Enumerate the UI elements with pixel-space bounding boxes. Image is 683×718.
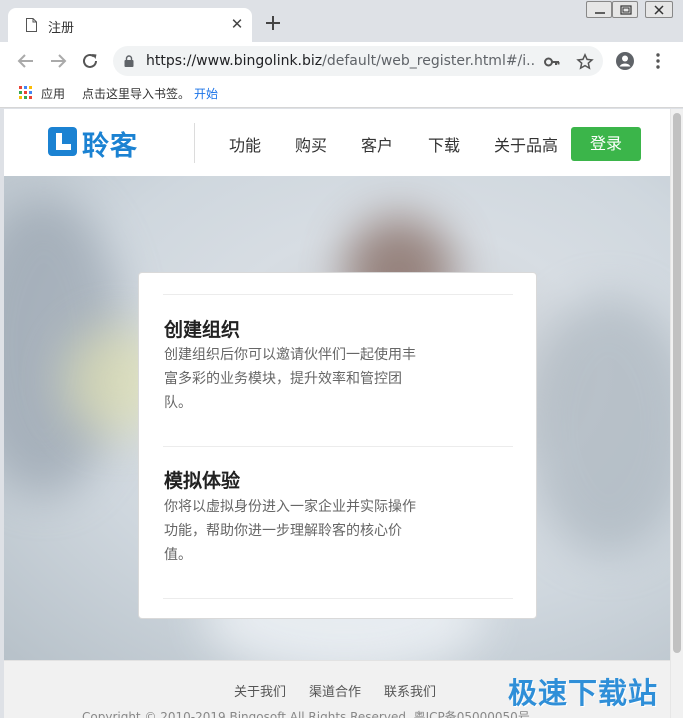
profile-icon[interactable] <box>614 50 636 72</box>
reload-icon[interactable] <box>79 50 101 72</box>
bookmarks-bar: 应用 点击这里导入书签。 开始 <box>0 80 683 108</box>
page-scrollbar[interactable] <box>670 109 683 718</box>
browser-toolbar: https://www.bingolink.biz/default/web_re… <box>0 42 683 80</box>
site-header: 聆客 功能 购买 客户 下载 关于品高 登录 <box>4 109 670 176</box>
star-icon[interactable] <box>576 53 594 71</box>
lock-icon[interactable] <box>124 55 134 67</box>
card-divider <box>163 446 513 447</box>
option-description: 你将以虚拟身份进入一家企业并实际操作功能，帮助你进一步理解聆客的核心价值。 <box>164 499 416 563</box>
minimize-icon <box>595 12 605 14</box>
import-bookmarks-hint: 点击这里导入书签。 <box>82 87 191 101</box>
nav-item-features[interactable]: 功能 <box>229 132 261 156</box>
option-description: 创建组织后你可以邀请伙伴们一起使用丰富多彩的业务模块，提升效率和管控团队。 <box>164 347 416 411</box>
forward-icon[interactable] <box>47 50 69 72</box>
web-page: 聆客 功能 购买 客户 下载 关于品高 登录 创建组织 创建组织后你可以邀请伙伴… <box>4 109 670 718</box>
url-text[interactable]: https://www.bingolink.biz/default/web_re… <box>146 53 536 69</box>
close-window-button[interactable] <box>645 1 673 18</box>
nav-item-about[interactable]: 关于品高 <box>494 132 558 156</box>
watermark-text: 极速下载站 <box>508 676 659 710</box>
login-button[interactable]: 登录 <box>571 127 641 161</box>
footer-link-channel[interactable]: 渠道合作 <box>309 681 361 700</box>
url-path: /default/web_register.html#/i... <box>322 53 536 69</box>
minimize-button[interactable] <box>586 1 612 18</box>
logo-text: 聆客 <box>82 131 138 162</box>
option-title: 创建组织 <box>164 319 241 341</box>
scrollbar-thumb[interactable] <box>673 113 681 653</box>
restore-icon <box>620 5 632 15</box>
nav-item-buy[interactable]: 购买 <box>295 132 327 156</box>
tab-title: 注册 <box>48 21 75 36</box>
menu-icon[interactable] <box>647 50 669 72</box>
start-link[interactable]: 开始 <box>194 85 218 102</box>
card-divider <box>163 598 513 599</box>
page-icon <box>26 18 37 32</box>
footer-link-about[interactable]: 关于我们 <box>234 681 286 700</box>
new-tab-icon[interactable] <box>263 13 283 33</box>
back-icon[interactable] <box>15 50 37 72</box>
apps-bookmark[interactable]: 应用 <box>41 85 65 102</box>
hero-background: 创建组织 创建组织后你可以邀请伙伴们一起使用丰富多彩的业务模块，提升效率和管控团… <box>4 176 670 660</box>
active-tab[interactable]: 注册 ✕ <box>8 8 252 42</box>
tab-close-icon[interactable]: ✕ <box>228 15 246 33</box>
logo-mark-icon <box>48 127 77 156</box>
close-icon <box>654 5 664 15</box>
option-title: 模拟体验 <box>164 470 241 492</box>
nav-item-customers[interactable]: 客户 <box>361 132 393 156</box>
footer-link-contact[interactable]: 联系我们 <box>384 681 436 700</box>
apps-icon[interactable] <box>19 86 32 99</box>
nav-item-download[interactable]: 下载 <box>428 132 460 156</box>
key-icon[interactable] <box>543 53 561 71</box>
copyright-text: Copyright © 2010-2019 Bingosoft All Righ… <box>82 710 530 718</box>
register-options-card: 创建组织 创建组织后你可以邀请伙伴们一起使用丰富多彩的业务模块，提升效率和管控团… <box>138 272 537 619</box>
card-divider <box>163 294 513 295</box>
restore-button[interactable] <box>612 1 638 18</box>
tab-strip: 注册 ✕ <box>0 0 683 42</box>
header-divider <box>194 123 195 163</box>
address-bar[interactable]: https://www.bingolink.biz/default/web_re… <box>113 46 603 76</box>
url-host: https://www.bingolink.biz <box>146 53 323 69</box>
